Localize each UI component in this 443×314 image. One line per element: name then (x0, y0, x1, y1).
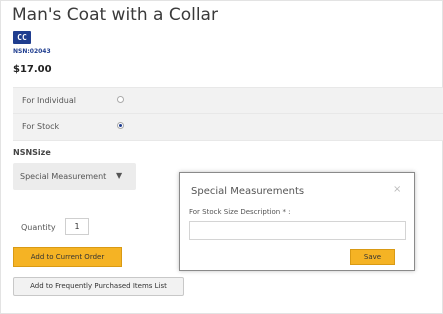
special-measurements-modal: Special Measurements × For Stock Size De… (179, 172, 415, 271)
stock-size-input[interactable] (189, 221, 406, 240)
option-label-individual: For Individual (22, 96, 77, 105)
option-row-individual[interactable]: For Individual (13, 87, 443, 115)
cc-badge-icon: CC (13, 31, 31, 44)
stock-size-label: For Stock Size Description * : (189, 208, 291, 216)
product-page: Man's Coat with a Collar CC NSN:02043 $1… (0, 0, 443, 314)
quantity-label: Quantity (21, 223, 56, 232)
chevron-down-icon: ▼ (116, 171, 123, 180)
price: $17.00 (13, 64, 52, 75)
save-button[interactable]: Save (350, 249, 395, 265)
nsn-code: NSN:02043 (13, 48, 51, 55)
add-to-favorites-button[interactable]: Add to Frequently Purchased Items List (13, 277, 184, 296)
modal-title: Special Measurements (191, 186, 305, 197)
nsn-size-heading: NSNSize (13, 148, 51, 157)
add-to-order-button[interactable]: Add to Current Order (13, 247, 122, 267)
option-row-stock[interactable]: For Stock (13, 113, 443, 141)
quantity-input[interactable]: 1 (65, 218, 89, 235)
page-title: Man's Coat with a Collar (12, 5, 218, 25)
close-icon[interactable]: × (393, 184, 401, 195)
option-label-stock: For Stock (22, 122, 60, 131)
radio-individual[interactable] (117, 96, 124, 103)
size-select-value: Special Measurement (20, 172, 107, 181)
size-select[interactable]: Special Measurement ▼ (13, 163, 136, 190)
radio-stock[interactable] (117, 122, 124, 129)
